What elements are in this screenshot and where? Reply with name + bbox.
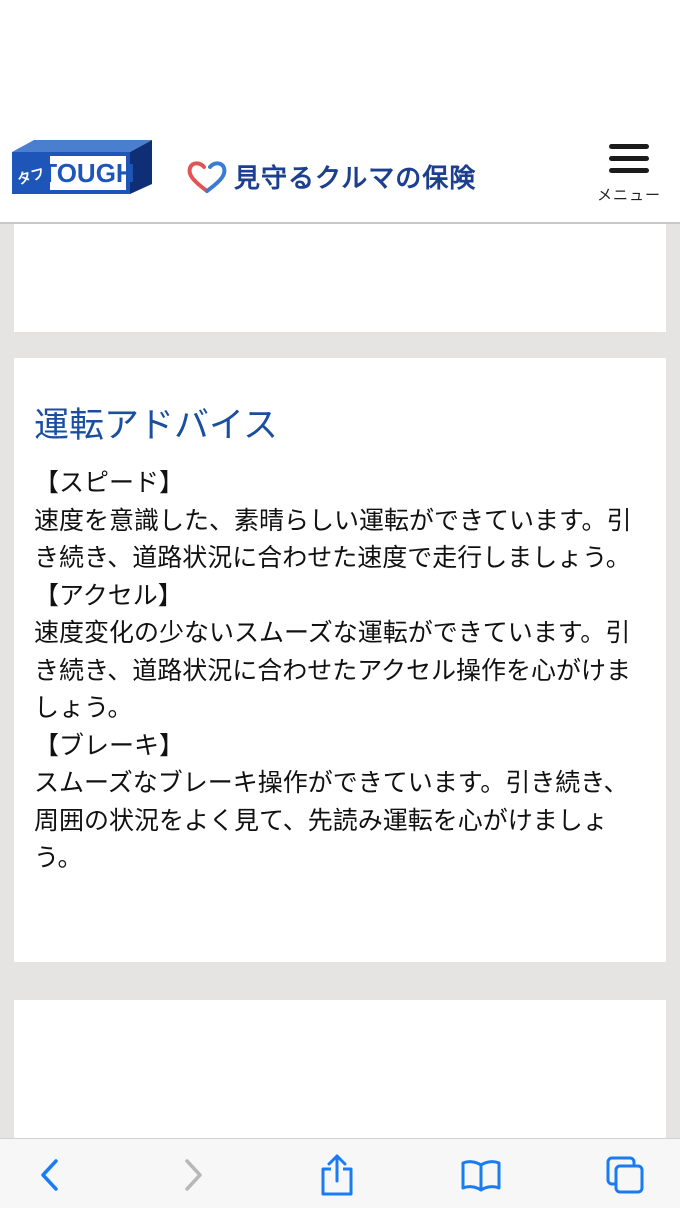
menu-button[interactable]: メニュー <box>590 140 668 212</box>
hamburger-icon <box>609 144 649 174</box>
tabs-icon <box>606 1156 644 1194</box>
advice-brake-heading: 【ブレーキ】 <box>34 730 185 760</box>
menu-label: メニュー <box>596 186 661 204</box>
back-icon <box>41 1159 58 1191</box>
advice-speed-heading: 【スピード】 <box>34 468 185 497</box>
advice-accelerator-text: 速度変化の少ないスムーズな運転ができています。引き続き、道路状況に合わせたアクセ… <box>34 618 632 722</box>
status-area <box>0 0 680 116</box>
advice-accelerator-heading: 【アクセル】 <box>34 580 183 610</box>
forward-button[interactable] <box>171 1153 215 1197</box>
heart-icon <box>187 161 227 193</box>
advice-accelerator: 【アクセル】 速度変化の少ないスムーズな運転ができています。引き続き、道路状況に… <box>34 577 646 727</box>
share-icon <box>321 1154 353 1196</box>
advice-brake-text: スムーズなブレーキ操作ができています。引き続き、周囲の状況をよく見て、先読み運転… <box>34 768 629 872</box>
bookmarks-button[interactable] <box>459 1153 503 1197</box>
advice-card: 運転アドバイス 【スピード】 速度を意識した、素晴らしい運転ができています。引き… <box>14 358 666 962</box>
advice-card-title: 運転アドバイス <box>34 406 278 446</box>
advice-speed-text: 速度を意識した、素晴らしい運転ができています。引き続き、道路状況に合わせた速度で… <box>34 505 632 573</box>
brand-title-text: 見守るクルマの保険 <box>234 163 477 194</box>
tabs-button[interactable] <box>603 1153 647 1197</box>
forward-icon <box>185 1159 202 1191</box>
advice-speed: 【スピード】 速度を意識した、素晴らしい運転ができています。引き続き、道路状況に… <box>34 464 646 577</box>
bookmarks-icon <box>461 1160 501 1192</box>
tough-logo[interactable]: TOUGH タフ <box>12 136 154 196</box>
previous-card <box>14 224 666 332</box>
share-button[interactable] <box>315 1153 359 1197</box>
svg-text:TOUGH: TOUGH <box>41 158 134 188</box>
site-header: TOUGH タフ 見守るクルマの保険 メニュー <box>0 116 680 224</box>
browser-toolbar <box>0 1138 680 1208</box>
tough-logo-graphic: TOUGH タフ <box>12 140 152 194</box>
next-card <box>14 1000 666 1138</box>
advice-brake: 【ブレーキ】 スムーズなブレーキ操作ができています。引き続き、周囲の状況をよく見… <box>34 727 646 877</box>
brand-title: 見守るクルマの保険 <box>184 156 476 196</box>
content-area[interactable]: 運転アドバイス 【スピード】 速度を意識した、素晴らしい運転ができています。引き… <box>0 224 680 1138</box>
back-button[interactable] <box>28 1153 72 1197</box>
